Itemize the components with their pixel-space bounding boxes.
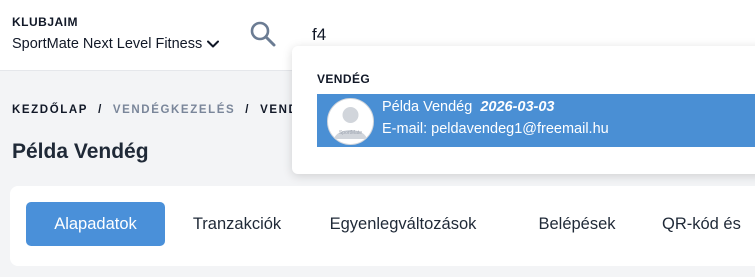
results-section-title: VENDÉG: [317, 72, 371, 86]
breadcrumb: KEZDŐLAP / VENDÉGKEZELÉS / VEND: [12, 104, 298, 116]
tab-basic-data[interactable]: Alapadatok: [26, 202, 165, 246]
breadcrumb-separator: /: [245, 104, 251, 116]
search-results-dropdown: VENDÉG SportMate Példa Vendég 2026-03-03 …: [292, 46, 755, 174]
search-input[interactable]: [306, 22, 738, 48]
search-result-item[interactable]: SportMate Példa Vendég 2026-03-03 E-mail:…: [317, 94, 755, 147]
page-title: Példa Vendég: [12, 140, 149, 163]
tab-balance-changes[interactable]: Egyenlegváltozások: [318, 202, 488, 246]
result-date: 2026-03-03: [480, 99, 555, 115]
tab-qr-code[interactable]: QR-kód és: [662, 202, 755, 246]
club-name: SportMate Next Level Fitness: [12, 36, 203, 52]
tab-entries[interactable]: Belépések: [522, 202, 632, 246]
result-name-line: Példa Vendég 2026-03-03: [382, 99, 554, 115]
breadcrumb-separator: /: [98, 104, 103, 116]
breadcrumb-guest-management[interactable]: VENDÉGKEZELÉS: [113, 104, 235, 116]
search-icon[interactable]: [248, 20, 278, 48]
avatar-brand-text: SportMate: [339, 130, 362, 136]
breadcrumb-home[interactable]: KEZDŐLAP: [12, 104, 88, 116]
tabs-card: Alapadatok Tranzakciók Egyenlegváltozáso…: [10, 186, 755, 266]
club-selector[interactable]: SportMate Next Level Fitness: [12, 34, 220, 54]
club-label: KLUBJAIM: [12, 15, 78, 29]
tab-transactions[interactable]: Tranzakciók: [176, 202, 298, 246]
chevron-down-icon: [207, 40, 220, 48]
result-name: Példa Vendég: [382, 99, 473, 115]
avatar: SportMate: [327, 98, 374, 145]
result-email: E-mail: peldavendeg1@freemail.hu: [382, 121, 609, 137]
